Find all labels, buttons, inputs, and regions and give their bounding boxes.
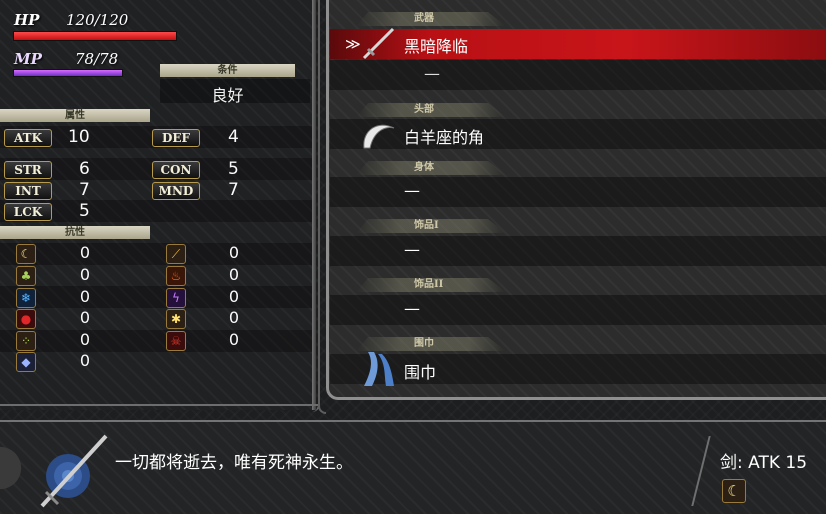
blood-icon: ● (16, 309, 36, 329)
accessory2-slot-header: 饰品II (356, 278, 506, 292)
res-poison-value: 0 (79, 330, 91, 349)
body-item-name[interactable]: — (404, 181, 420, 200)
weapon-sub-slot-row[interactable] (330, 60, 826, 90)
weapon-sub-item[interactable]: — (424, 64, 440, 83)
res-row-band (0, 286, 312, 308)
int-badge: INT (4, 182, 52, 200)
weapon-item-name[interactable]: 黑暗降临 (404, 33, 468, 57)
hp-value: 120/120 (66, 11, 129, 29)
holy-icon: ✱ (166, 309, 186, 329)
res-row-band (0, 243, 312, 265)
lightning-icon: ϟ (166, 288, 186, 308)
horn-icon (363, 124, 395, 149)
cursor-arrow-icon: ≫ (345, 35, 361, 53)
accessory1-slot-header: 饰品I (356, 219, 506, 233)
res-lightning-value: 0 (228, 287, 240, 306)
description-ornament (0, 424, 28, 512)
equipment-frame (318, 0, 326, 414)
res-moon-value: 0 (79, 243, 91, 262)
mp-bar-fill (14, 70, 122, 76)
accessory2-item-name[interactable]: — (404, 299, 420, 318)
poison-icon: ⁘ (16, 331, 36, 351)
head-slot-header: 头部 (356, 103, 506, 117)
str-badge: STR (4, 161, 52, 179)
body-slot-header: 身体 (356, 161, 506, 175)
status-panel-corner (0, 404, 320, 412)
resistance-header: 抗性 (0, 226, 150, 239)
res-crystal-value: 0 (79, 351, 91, 370)
mp-label: MP (14, 50, 42, 68)
wind-icon: ⟋ (166, 244, 186, 264)
mnd-value: 7 (228, 180, 239, 200)
accessory1-item-name[interactable]: — (404, 240, 420, 259)
moon-icon: ☾ (722, 479, 746, 503)
scarf-item-name[interactable]: 围巾 (404, 359, 436, 383)
atk-badge: ATK (4, 129, 52, 147)
res-skull-value: 0 (228, 330, 240, 349)
res-fire-value: 0 (228, 265, 240, 284)
item-description: 一切都将逝去，唯有死神永生。 (115, 453, 353, 473)
con-badge: CON (152, 161, 200, 179)
sword-icon (362, 27, 395, 60)
res-holy-value: 0 (228, 308, 240, 327)
mp-bar (13, 69, 123, 77)
rose-sword-emblem-icon (40, 434, 108, 508)
atk-value: 10 (68, 127, 90, 147)
mnd-badge: MND (152, 182, 200, 200)
condition-header: 条件 (160, 64, 295, 77)
fire-icon: ♨ (166, 266, 186, 286)
condition-value: 良好 (211, 86, 244, 105)
head-item-name[interactable]: 白羊座的角 (404, 124, 484, 148)
res-water-value: 0 (79, 287, 91, 306)
water-icon: ❄ (16, 288, 36, 308)
lck-badge: LCK (4, 203, 52, 221)
crystal-icon: ◆ (16, 352, 36, 372)
int-value: 7 (79, 180, 90, 200)
hp-label: HP (14, 11, 40, 29)
hp-bar-fill (14, 32, 176, 40)
res-earth-value: 0 (79, 265, 91, 284)
res-row-band (0, 330, 312, 352)
scarf-icon (364, 352, 394, 386)
def-value: 4 (228, 127, 239, 147)
moon-icon: ☾ (16, 244, 36, 264)
lck-value: 5 (79, 201, 90, 221)
status-panel-border (312, 0, 316, 410)
str-value: 6 (79, 159, 90, 179)
hp-bar (13, 31, 177, 41)
con-value: 5 (228, 159, 239, 179)
earth-icon: ♣ (16, 266, 36, 286)
mp-value: 78/78 (75, 50, 119, 68)
skull-icon: ☠ (166, 331, 186, 351)
res-blood-value: 0 (79, 308, 91, 327)
attributes-header: 属性 (0, 109, 150, 122)
item-stat: 剑: ATK 15 (720, 453, 808, 473)
def-badge: DEF (152, 129, 200, 147)
res-wind-value: 0 (228, 243, 240, 262)
